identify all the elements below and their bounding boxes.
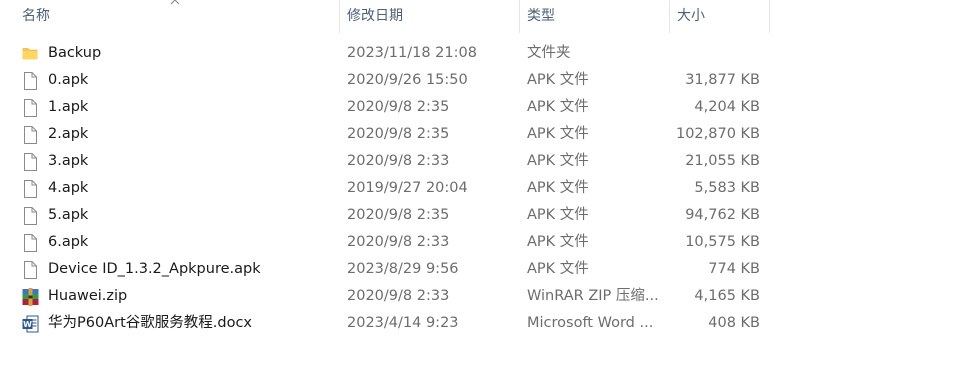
file-name: 3.apk <box>48 153 89 169</box>
file-name: 1.apk <box>48 99 89 115</box>
file-row[interactable]: Device ID_1.3.2_Apkpure.apk 2023/8/29 9:5… <box>0 256 958 283</box>
file-row[interactable]: W 华为P60Art谷歌服务教程.docx 2023/4/14 9:23 Micros… <box>0 310 958 337</box>
column-header-row: 名称 修改日期 类型 大小 <box>0 0 770 33</box>
file-modified-date: 2020/9/8 2:35 <box>347 126 450 142</box>
file-type: APK 文件 <box>527 99 589 115</box>
file-modified-date: 2023/11/18 21:08 <box>347 45 477 61</box>
file-modified-date: 2020/9/8 2:33 <box>347 288 450 304</box>
column-header-type[interactable]: 类型 <box>520 0 670 33</box>
file-name: 华为P60Art谷歌服务教程.docx <box>48 315 252 331</box>
file-type: APK 文件 <box>527 234 589 250</box>
file-row[interactable]: Huawei.zip 2020/9/8 2:33 WinRAR ZIP 压缩... 4… <box>0 283 958 310</box>
column-header-size[interactable]: 大小 <box>670 0 770 33</box>
file-size: 4,204 KB <box>694 99 760 115</box>
file-icon <box>22 202 40 229</box>
file-type: APK 文件 <box>527 207 589 223</box>
file-row[interactable]: 4.apk 2019/9/27 20:04 APK 文件 5,583 KB <box>0 175 958 202</box>
file-icon <box>22 67 40 94</box>
column-header-name[interactable]: 名称 <box>0 0 340 33</box>
file-type: Microsoft Word ... <box>527 315 654 331</box>
file-modified-date: 2020/9/26 15:50 <box>347 72 468 88</box>
file-size: 102,870 KB <box>675 126 760 142</box>
file-row[interactable]: 3.apk 2020/9/8 2:33 APK 文件 21,055 KB <box>0 148 958 175</box>
column-header-type-label: 类型 <box>527 8 555 24</box>
folder-icon <box>22 40 40 67</box>
file-modified-date: 2023/8/29 9:56 <box>347 261 459 277</box>
file-modified-date: 2020/9/8 2:33 <box>347 153 450 169</box>
file-size: 5,583 KB <box>694 180 760 196</box>
file-name: Device ID_1.3.2_Apkpure.apk <box>48 261 261 277</box>
file-size: 4,165 KB <box>694 288 760 304</box>
svg-text:W: W <box>23 320 32 329</box>
file-modified-date: 2020/9/8 2:35 <box>347 99 450 115</box>
file-icon <box>22 121 40 148</box>
file-modified-date: 2019/9/27 20:04 <box>347 180 468 196</box>
file-type: APK 文件 <box>527 126 589 142</box>
file-icon <box>22 94 40 121</box>
file-name: 6.apk <box>48 234 89 250</box>
file-type: WinRAR ZIP 压缩... <box>527 288 659 304</box>
file-name: 2.apk <box>48 126 89 142</box>
file-name: 4.apk <box>48 180 89 196</box>
file-size: 94,762 KB <box>685 207 760 223</box>
file-modified-date: 2020/9/8 2:33 <box>347 234 450 250</box>
word-document-icon: W <box>22 310 40 337</box>
file-name: Huawei.zip <box>48 288 128 304</box>
file-type: 文件夹 <box>527 45 571 61</box>
column-header-date[interactable]: 修改日期 <box>340 0 520 33</box>
file-name: Backup <box>48 45 102 61</box>
file-icon <box>22 229 40 256</box>
column-header-size-label: 大小 <box>677 8 705 24</box>
file-name: 0.apk <box>48 72 89 88</box>
file-type: APK 文件 <box>527 72 589 88</box>
file-row[interactable]: 2.apk 2020/9/8 2:35 APK 文件 102,870 KB <box>0 121 958 148</box>
winrar-icon <box>22 283 40 310</box>
file-name: 5.apk <box>48 207 89 223</box>
file-row[interactable]: 1.apk 2020/9/8 2:35 APK 文件 4,204 KB <box>0 94 958 121</box>
file-modified-date: 2020/9/8 2:35 <box>347 207 450 223</box>
file-row[interactable]: 5.apk 2020/9/8 2:35 APK 文件 94,762 KB <box>0 202 958 229</box>
file-list: Backup 2023/11/18 21:08 文件夹 0.apk 2020/9/26 … <box>0 40 958 337</box>
file-size: 21,055 KB <box>685 153 760 169</box>
file-icon <box>22 256 40 283</box>
file-modified-date: 2023/4/14 9:23 <box>347 315 459 331</box>
file-explorer-list: 名称 修改日期 类型 大小 Backup 2023/11/18 21:08 文件夹 0… <box>0 0 958 391</box>
file-icon <box>22 148 40 175</box>
file-type: APK 文件 <box>527 153 589 169</box>
file-size: 774 KB <box>708 261 760 277</box>
file-icon <box>22 175 40 202</box>
file-type: APK 文件 <box>527 180 589 196</box>
file-row[interactable]: 6.apk 2020/9/8 2:33 APK 文件 10,575 KB <box>0 229 958 256</box>
file-type: APK 文件 <box>527 261 589 277</box>
column-header-name-label: 名称 <box>22 8 50 24</box>
file-row[interactable]: 0.apk 2020/9/26 15:50 APK 文件 31,877 KB <box>0 67 958 94</box>
column-header-date-label: 修改日期 <box>347 8 403 24</box>
file-size: 31,877 KB <box>685 72 760 88</box>
file-size: 10,575 KB <box>685 234 760 250</box>
file-size: 408 KB <box>708 315 760 331</box>
sort-ascending-icon <box>170 0 180 5</box>
file-row[interactable]: Backup 2023/11/18 21:08 文件夹 <box>0 40 958 67</box>
